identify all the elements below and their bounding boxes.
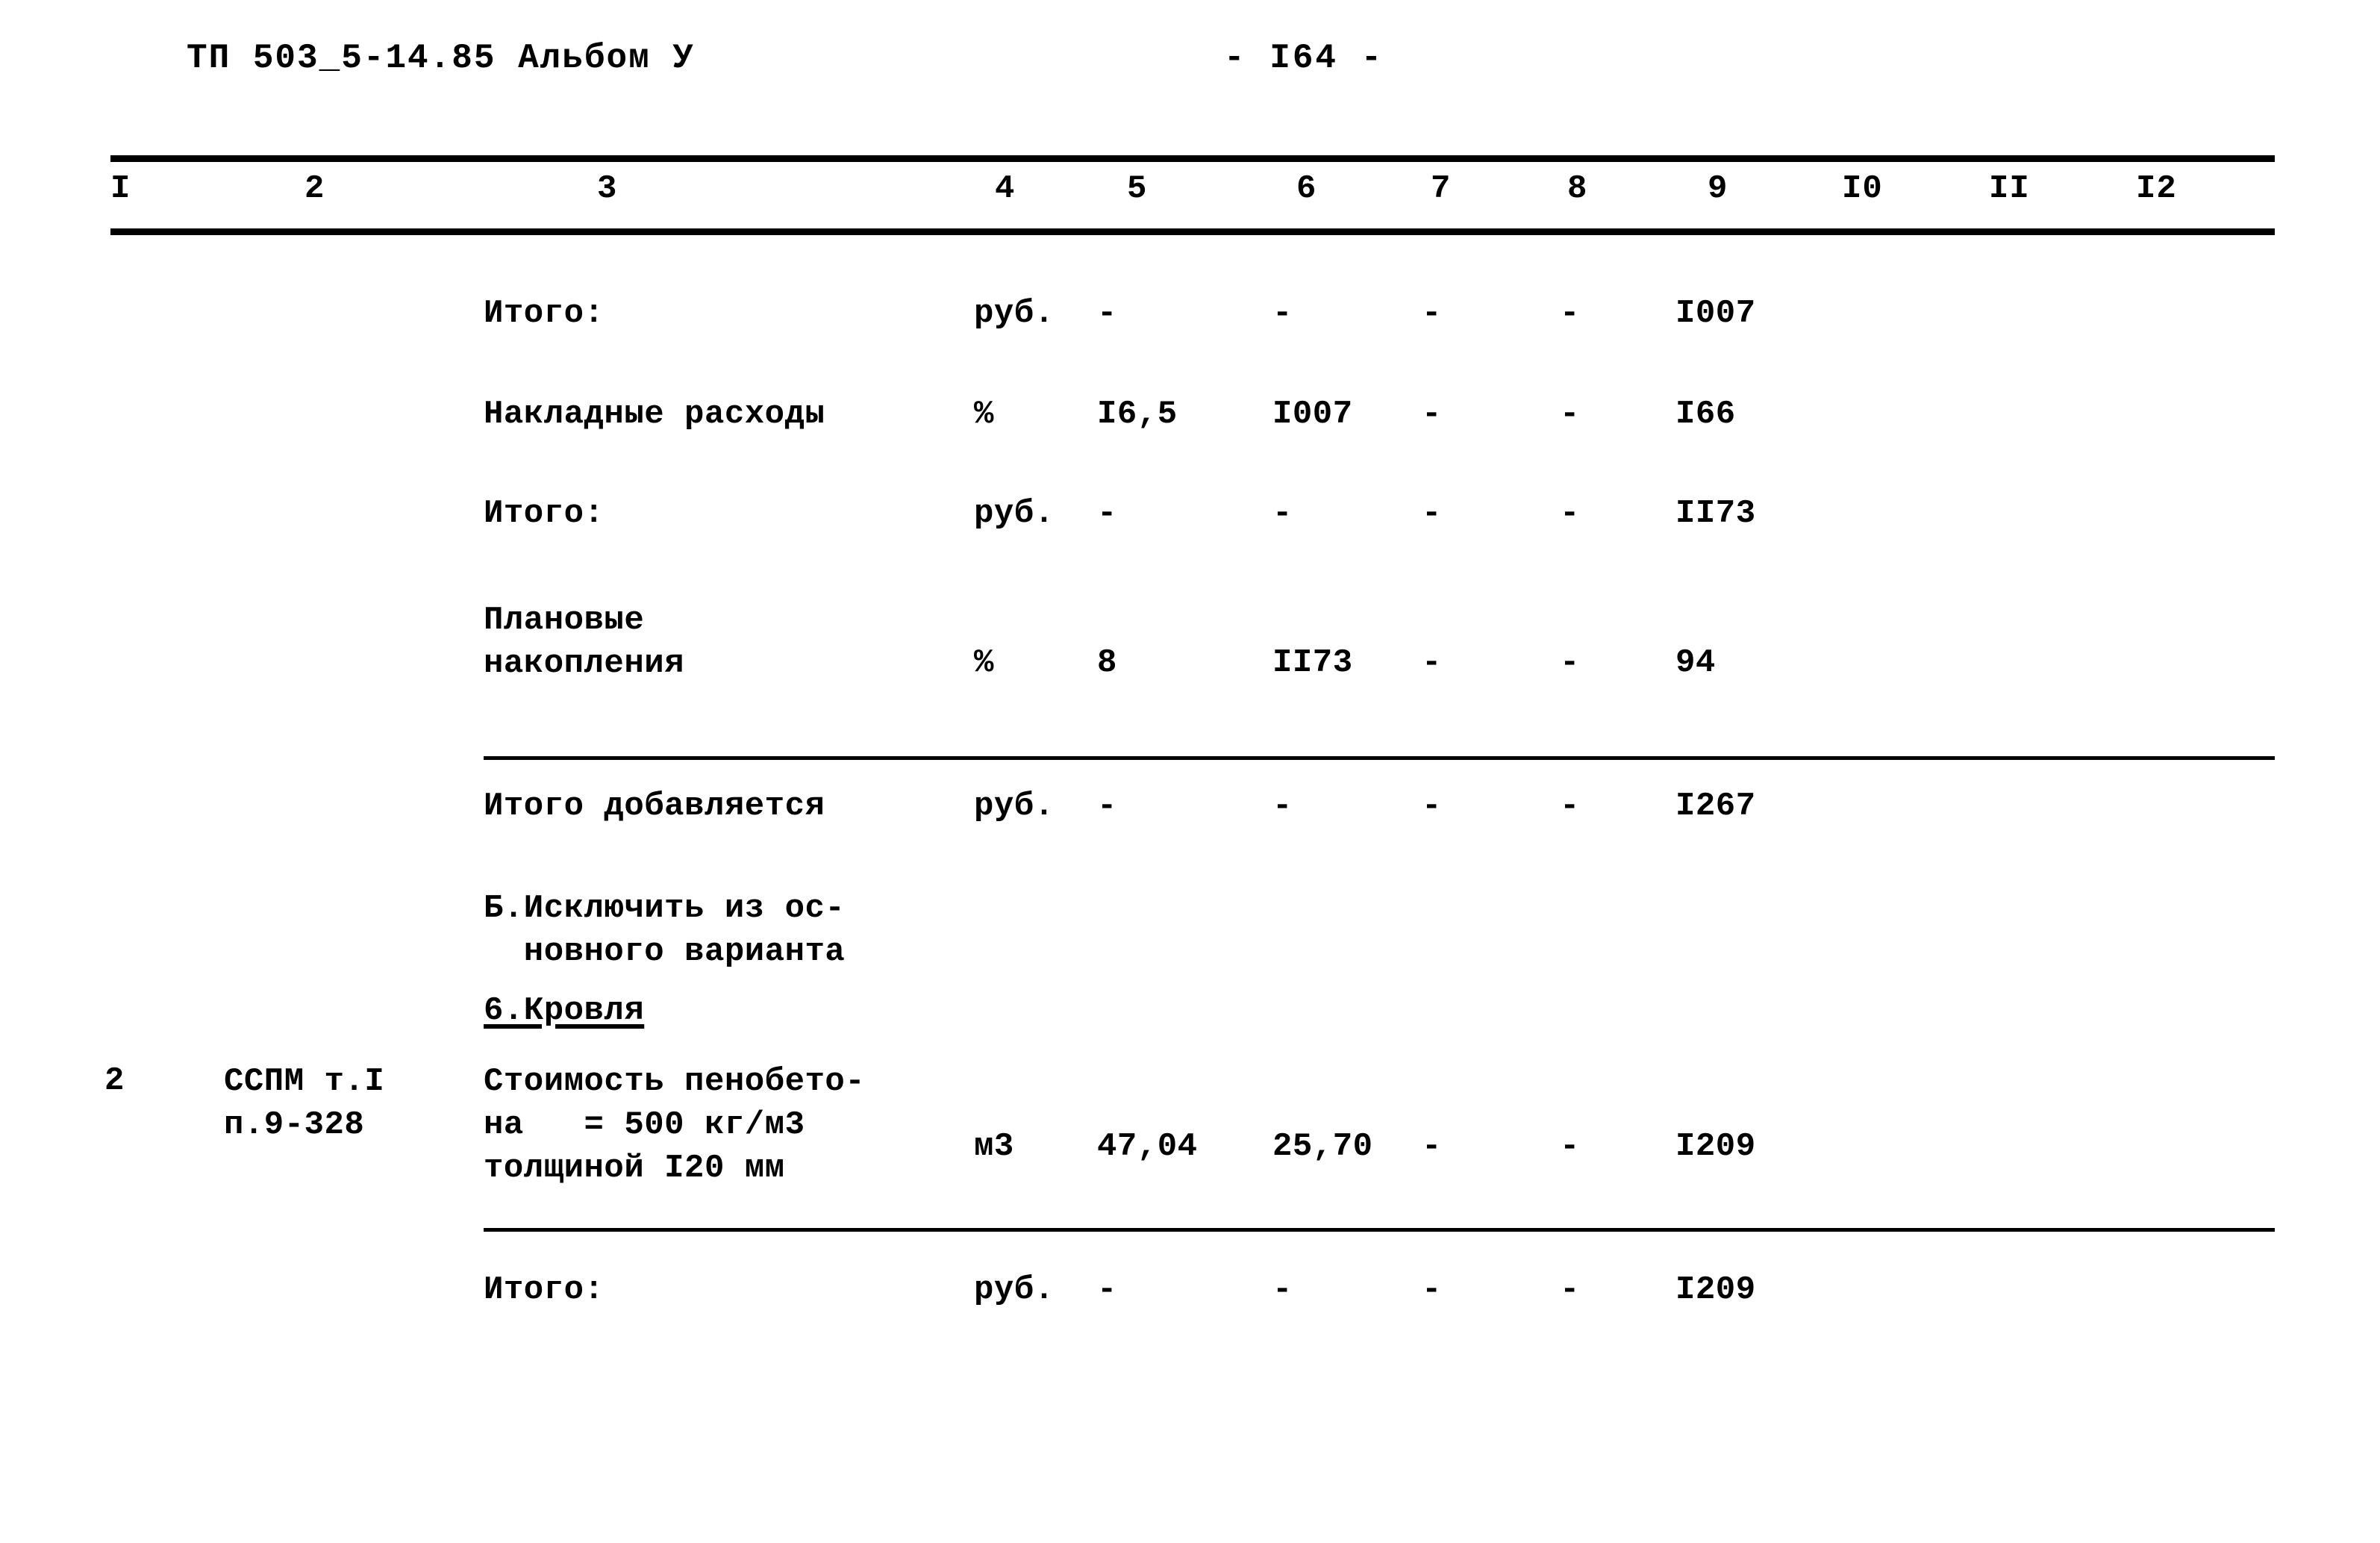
value-cell-5: 8 — [1097, 644, 1117, 682]
unit-cell: % — [974, 396, 994, 433]
unit-cell: руб. — [974, 495, 1055, 532]
value-cell-6: - — [1272, 495, 1293, 532]
unit-cell: м3 — [974, 1128, 1014, 1165]
value-cell-6: - — [1272, 295, 1293, 332]
row-label: Стоимость пенобето- на = 500 кг/м3 толщи… — [484, 1063, 866, 1187]
value-cell-7: - — [1422, 396, 1442, 433]
section-heading-b: Б.Исключить из ос- новного варианта — [484, 890, 846, 970]
value-cell-9: I209 — [1675, 1128, 1756, 1165]
value-cell-7: - — [1422, 644, 1442, 682]
value-cell-9: I007 — [1675, 295, 1756, 332]
value-cell-7: - — [1422, 495, 1442, 532]
value-cell-6: II73 — [1272, 644, 1353, 682]
value-cell-9: 94 — [1675, 644, 1716, 682]
value-cell-8: - — [1560, 644, 1580, 682]
row-number: 2 — [104, 1062, 125, 1100]
value-cell-6: 25,70 — [1272, 1128, 1373, 1165]
subsection-heading-krovlya: 6.Кровля — [484, 992, 645, 1029]
value-cell-8: - — [1560, 1271, 1580, 1309]
value-cell-5: - — [1097, 495, 1117, 532]
unit-cell: руб. — [974, 295, 1055, 332]
value-cell-9: I209 — [1675, 1271, 1756, 1309]
value-cell-8: - — [1560, 295, 1580, 332]
value-cell-5: - — [1097, 295, 1117, 332]
value-cell-6: I007 — [1272, 396, 1353, 433]
value-cell-9: I267 — [1675, 788, 1756, 825]
row-label: Плановые накопления — [484, 602, 685, 682]
value-cell-7: - — [1422, 1271, 1442, 1309]
value-cell-9: II73 — [1675, 495, 1756, 532]
unit-cell: % — [974, 644, 994, 682]
row-label: Накладные расходы — [484, 396, 825, 433]
row-label: Итого добавляется — [484, 788, 825, 825]
unit-cell: руб. — [974, 1271, 1055, 1309]
reference-code: ССПМ т.I п.9-328 — [224, 1063, 385, 1144]
table-body: Итого: руб. - - - - I007 Накладные расхо… — [0, 0, 2380, 1543]
value-cell-8: - — [1560, 396, 1580, 433]
value-cell-7: - — [1422, 295, 1442, 332]
row-label: Итого: — [484, 1271, 605, 1309]
value-cell-5: - — [1097, 1271, 1117, 1309]
value-cell-6: - — [1272, 1271, 1293, 1309]
row-label: Итого: — [484, 295, 605, 332]
value-cell-7: - — [1422, 1128, 1442, 1165]
unit-cell: руб. — [974, 788, 1055, 825]
row-label: Итого: — [484, 495, 605, 532]
value-cell-5: 47,04 — [1097, 1128, 1198, 1165]
document-page: ТП 503_5-14.85 Альбом У - I64 - I 2 3 4 … — [0, 0, 2380, 1543]
value-cell-9: I66 — [1675, 396, 1736, 433]
value-cell-8: - — [1560, 788, 1580, 825]
value-cell-5: - — [1097, 788, 1117, 825]
value-cell-8: - — [1560, 1128, 1580, 1165]
value-cell-7: - — [1422, 788, 1442, 825]
value-cell-8: - — [1560, 495, 1580, 532]
value-cell-5: I6,5 — [1097, 396, 1178, 433]
value-cell-6: - — [1272, 788, 1293, 825]
